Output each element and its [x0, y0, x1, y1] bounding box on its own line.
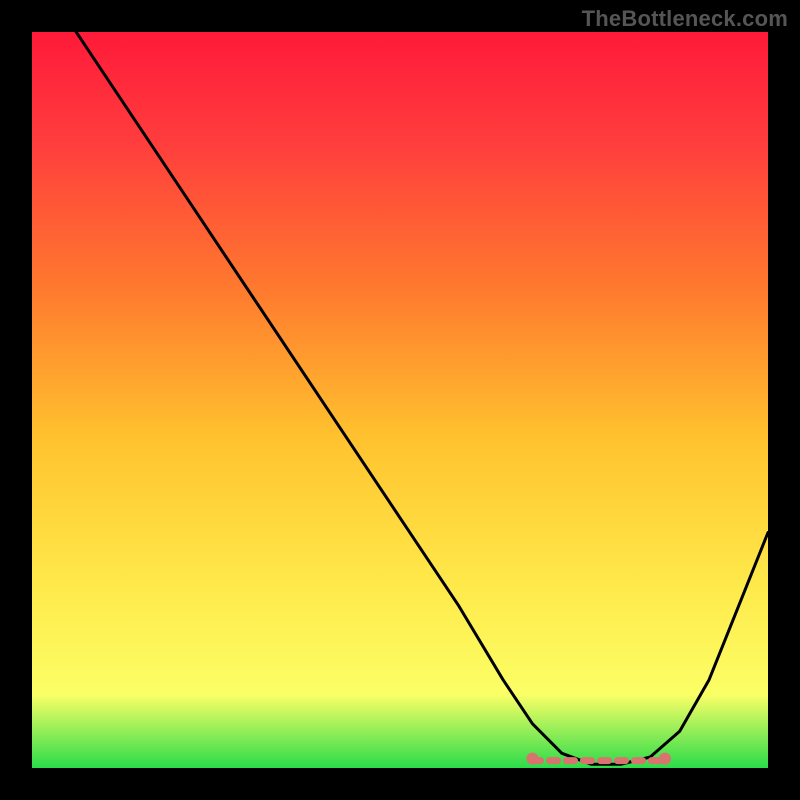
chart-background [32, 32, 768, 768]
chart-container: TheBottleneck.com [0, 0, 800, 800]
chart-svg [32, 32, 768, 768]
optimal-range-cap [526, 753, 538, 765]
chart-plot-area [32, 32, 768, 768]
optimal-range-cap [659, 753, 671, 765]
watermark-text: TheBottleneck.com [582, 6, 788, 32]
